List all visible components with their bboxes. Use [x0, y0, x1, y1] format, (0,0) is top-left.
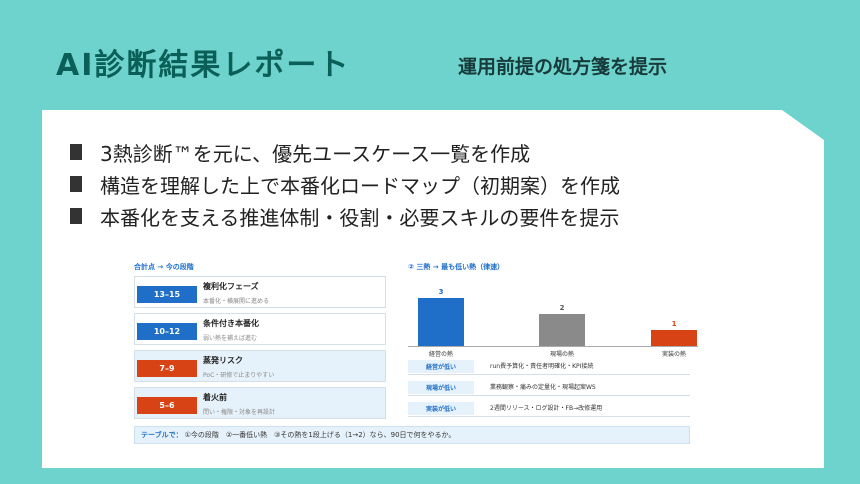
heat-heading: ② 三熱 → 最も低い熱（律速）	[408, 263, 505, 271]
stage-desc: 問い・権限・対象を再設計	[203, 409, 276, 416]
bar	[539, 314, 585, 346]
remedy-row: 経営が低い run費予算化・責任者明確化・KPI接続	[408, 358, 690, 375]
stage-desc: PoC・研修で止まりやすい	[203, 372, 275, 379]
stage-name: 蒸発リスク	[203, 356, 243, 365]
bullet-text: 構造を理解した上で本番化ロードマップ（初期案）を作成	[100, 173, 620, 198]
bar-value-label: 1	[671, 320, 677, 328]
stage-name: 着火前	[203, 393, 227, 402]
bar-value-label: 3	[438, 288, 444, 296]
remedy-key: 経営が低い	[408, 360, 474, 373]
bullet-square-icon	[70, 144, 82, 160]
remedy-key: 実装が低い	[408, 402, 474, 415]
stage-range-badge: 5–6	[137, 397, 197, 414]
bullet-item: 構造を理解した上で本番化ロードマップ（初期案）を作成	[70, 168, 620, 200]
stage-card: 10–12 条件付き本番化 弱い熱を補えば進む	[134, 313, 386, 345]
page-subtitle: 運用前提の処方箋を提示	[458, 56, 668, 78]
bullet-text: 本番化を支える推進体制・役割・必要スキルの要件を提示	[100, 205, 620, 230]
stage-name: 複利化フェーズ	[203, 282, 259, 291]
stage-card: 13–15 複利化フェーズ 本番化・横展開に進める	[134, 276, 386, 308]
bullet-square-icon	[70, 176, 82, 192]
page-title: AI診断結果レポート	[56, 48, 351, 83]
stage-card: 5–6 着火前 問い・権限・対象を再設計	[134, 387, 386, 419]
heat-bar-chart: 3 経営の熱 2 現場の熱 1 実装の熱	[408, 272, 698, 358]
stage-range-badge: 7–9	[137, 360, 197, 377]
bullet-item: 3熱診断™を元に、優先ユースケース一覧を作成	[70, 136, 620, 168]
stage-name: 条件付き本番化	[203, 319, 259, 328]
remedy-row: 現場が低い 業務観察・痛みの定量化・現場起案WS	[408, 379, 690, 396]
bullet-item: 本番化を支える推進体制・役割・必要スキルの要件を提示	[70, 200, 620, 232]
stage-range-badge: 10–12	[137, 323, 197, 340]
stage-desc: 弱い熱を補えば進む	[203, 335, 258, 342]
footer-text: ①今の段階 ②一番低い熱 ③その熱を1段上げる（1→2）なら、90日で何をやるか…	[184, 431, 456, 439]
bar-category-label: 現場の熱	[549, 351, 574, 358]
bar	[418, 298, 464, 346]
remedy-value: 2週間リリース・ログ設計・FB→改修運用	[490, 405, 603, 412]
remedy-key: 現場が低い	[408, 381, 474, 394]
footer-note: テーブルで： ①今の段階 ②一番低い熱 ③その熱を1段上げる（1→2）なら、90…	[134, 426, 690, 444]
bar	[651, 330, 697, 346]
bullet-text: 3熱診断™を元に、優先ユースケース一覧を作成	[100, 141, 531, 166]
stage-card: 7–9 蒸発リスク PoC・研修で止まりやすい	[134, 350, 386, 382]
stage-heading: 合計点 → 今の段階	[134, 263, 194, 271]
chart-axis	[408, 346, 698, 347]
bullet-list: 3熱診断™を元に、優先ユースケース一覧を作成 構造を理解した上で本番化ロードマッ…	[70, 136, 620, 232]
stage-desc: 本番化・横展開に進める	[203, 298, 270, 305]
remedy-row: 実装が低い 2週間リリース・ログ設計・FB→改修運用	[408, 400, 690, 417]
footer-key: テーブルで：	[141, 431, 183, 439]
remedy-value: 業務観察・痛みの定量化・現場起案WS	[490, 384, 596, 391]
bar-value-label: 2	[559, 304, 565, 312]
embedded-slide: 合計点 → 今の段階 ② 三熱 → 最も低い熱（律速） 13–15 複利化フェー…	[130, 258, 698, 450]
stage-range-badge: 13–15	[137, 286, 197, 303]
bar-category-label: 経営の熱	[428, 351, 453, 358]
remedy-value: run費予算化・責任者明確化・KPI接続	[490, 363, 594, 370]
bar-category-label: 実装の熱	[661, 351, 686, 358]
bullet-square-icon	[70, 208, 82, 224]
